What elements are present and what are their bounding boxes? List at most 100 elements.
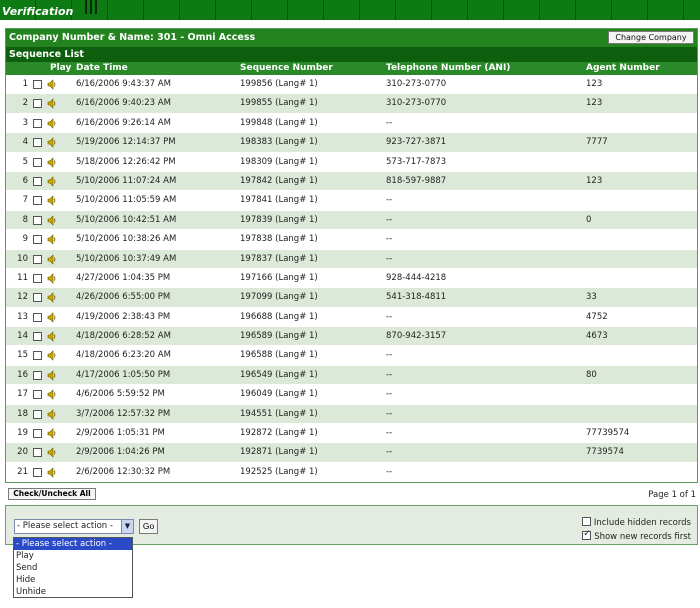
speaker-icon[interactable] bbox=[47, 292, 57, 304]
speaker-icon[interactable] bbox=[47, 447, 57, 459]
row-telephone: -- bbox=[386, 428, 393, 439]
speaker-icon[interactable] bbox=[47, 253, 57, 265]
row-sequence-number: 197841 (Lang# 1) bbox=[240, 195, 318, 206]
row-checkbox[interactable] bbox=[33, 80, 42, 89]
include-hidden-option[interactable]: Include hidden records bbox=[581, 517, 691, 529]
speaker-icon[interactable] bbox=[47, 467, 57, 478]
row-date-time: 6/16/2006 9:26:14 AM bbox=[76, 117, 171, 128]
action-option[interactable]: Send bbox=[14, 562, 132, 574]
col-sequence-number: Sequence Number bbox=[240, 63, 333, 73]
col-telephone: Telephone Number (ANI) bbox=[386, 63, 511, 73]
sequence-panel: Company Number & Name: 301 - Omni Access… bbox=[5, 28, 698, 484]
row-checkbox[interactable] bbox=[33, 409, 42, 419]
show-new-first-checkbox[interactable] bbox=[582, 529, 592, 540]
row-sequence-number: 198383 (Lang# 1) bbox=[240, 137, 318, 148]
row-checkbox[interactable] bbox=[33, 351, 42, 361]
action-option[interactable]: Play bbox=[14, 550, 132, 562]
speaker-icon[interactable] bbox=[47, 234, 57, 245]
row-telephone: -- bbox=[386, 117, 393, 128]
app-title: Verification bbox=[2, 5, 74, 18]
row-number: 12 bbox=[17, 292, 28, 303]
row-checkbox[interactable] bbox=[33, 273, 42, 283]
row-checkbox[interactable] bbox=[33, 293, 42, 303]
speaker-icon[interactable] bbox=[47, 389, 57, 400]
row-checkbox[interactable] bbox=[33, 332, 42, 342]
go-button[interactable]: Go bbox=[139, 519, 158, 534]
speaker-icon[interactable] bbox=[47, 428, 57, 439]
row-checkbox[interactable] bbox=[33, 196, 42, 206]
include-hidden-label: Include hidden records bbox=[593, 518, 691, 528]
table-row: 13 4/19/2006 2:38:43 PM 196688 (Lang# 1) --… bbox=[6, 307, 697, 328]
speaker-icon[interactable] bbox=[47, 273, 57, 284]
col-date-time: Date Time bbox=[76, 63, 128, 73]
row-sequence-number: 196589 (Lang# 1) bbox=[240, 331, 318, 342]
speaker-icon[interactable] bbox=[47, 118, 57, 129]
speaker-icon[interactable] bbox=[47, 331, 57, 342]
table-row: 1 6/16/2006 9:43:37 AM 199856 (Lang# 1) 310… bbox=[6, 75, 697, 95]
speaker-icon[interactable] bbox=[47, 176, 57, 187]
action-select[interactable]: - Please select action - ▼ bbox=[14, 519, 134, 534]
speaker-icon[interactable] bbox=[47, 311, 57, 323]
row-agent-number: 123 bbox=[586, 79, 603, 89]
row-checkbox[interactable] bbox=[33, 312, 42, 322]
speaker-icon[interactable] bbox=[47, 156, 57, 168]
row-number: 18 bbox=[17, 408, 28, 419]
action-select-value: - Please select action - bbox=[17, 521, 113, 531]
row-date-time: 2/6/2006 12:30:32 PM bbox=[76, 466, 171, 477]
row-telephone: 818-597-9887 bbox=[386, 175, 447, 186]
row-checkbox[interactable] bbox=[33, 254, 42, 264]
row-checkbox[interactable] bbox=[33, 429, 42, 439]
speaker-icon[interactable] bbox=[47, 195, 57, 207]
speaker-icon[interactable] bbox=[47, 79, 57, 90]
show-new-first-option[interactable]: Show new records first bbox=[582, 529, 691, 543]
row-checkbox[interactable] bbox=[33, 215, 42, 225]
top-banner: Verification bbox=[0, 0, 700, 20]
speaker-icon[interactable] bbox=[47, 350, 57, 362]
row-number: 9 bbox=[22, 234, 28, 245]
row-agent-number: 77739574 bbox=[586, 428, 630, 439]
row-checkbox[interactable] bbox=[33, 118, 42, 128]
row-number: 4 bbox=[22, 137, 28, 148]
row-number: 2 bbox=[22, 98, 28, 109]
speaker-icon[interactable] bbox=[47, 215, 57, 226]
row-date-time: 5/18/2006 12:26:42 PM bbox=[76, 156, 176, 167]
action-option[interactable]: - Please select action - bbox=[14, 538, 132, 550]
action-option[interactable]: Unhide bbox=[14, 586, 132, 598]
row-telephone: 310-273-0770 bbox=[386, 79, 447, 89]
row-sequence-number: 194551 (Lang# 1) bbox=[240, 408, 318, 419]
row-checkbox[interactable] bbox=[33, 448, 42, 458]
row-sequence-number: 196049 (Lang# 1) bbox=[240, 389, 318, 400]
check-uncheck-all-button[interactable]: Check/Uncheck All bbox=[8, 488, 96, 500]
row-number: 13 bbox=[17, 311, 28, 322]
row-agent-number: 80 bbox=[586, 369, 597, 380]
row-telephone: 310-273-0770 bbox=[386, 98, 447, 109]
row-checkbox[interactable] bbox=[33, 390, 42, 400]
row-date-time: 4/18/2006 6:23:20 AM bbox=[76, 350, 171, 361]
row-telephone: -- bbox=[386, 350, 393, 361]
row-sequence-number: 196588 (Lang# 1) bbox=[240, 350, 318, 361]
speaker-icon[interactable] bbox=[47, 408, 57, 420]
row-date-time: 4/18/2006 6:28:52 AM bbox=[76, 331, 171, 342]
row-date-time: 5/19/2006 12:14:37 PM bbox=[76, 137, 176, 148]
chevron-down-icon[interactable]: ▼ bbox=[121, 520, 133, 533]
table-row: 21 2/6/2006 12:30:32 PM 192525 (Lang# 1) -- bbox=[6, 462, 697, 483]
include-hidden-checkbox[interactable] bbox=[581, 517, 591, 526]
row-checkbox[interactable] bbox=[33, 157, 42, 167]
row-checkbox[interactable] bbox=[33, 370, 42, 380]
row-checkbox[interactable] bbox=[33, 99, 42, 109]
row-sequence-number: 192872 (Lang# 1) bbox=[240, 428, 318, 439]
row-checkbox[interactable] bbox=[33, 235, 42, 245]
change-company-button[interactable]: Change Company bbox=[608, 31, 694, 44]
row-telephone: 573-717-7873 bbox=[386, 156, 447, 167]
row-checkbox[interactable] bbox=[33, 176, 42, 186]
row-checkbox[interactable] bbox=[33, 138, 42, 148]
speaker-icon[interactable] bbox=[47, 137, 57, 148]
row-checkbox[interactable] bbox=[33, 467, 42, 477]
action-option[interactable]: Hide bbox=[14, 574, 132, 586]
row-sequence-number: 199848 (Lang# 1) bbox=[240, 117, 318, 128]
table-row: 5 5/18/2006 12:26:42 PM 198309 (Lang# 1) 57… bbox=[6, 152, 697, 172]
speaker-icon[interactable] bbox=[47, 98, 57, 110]
speaker-icon[interactable] bbox=[47, 370, 57, 381]
row-telephone: 541-318-4811 bbox=[386, 292, 447, 303]
row-date-time: 5/10/2006 11:05:59 AM bbox=[76, 195, 177, 206]
